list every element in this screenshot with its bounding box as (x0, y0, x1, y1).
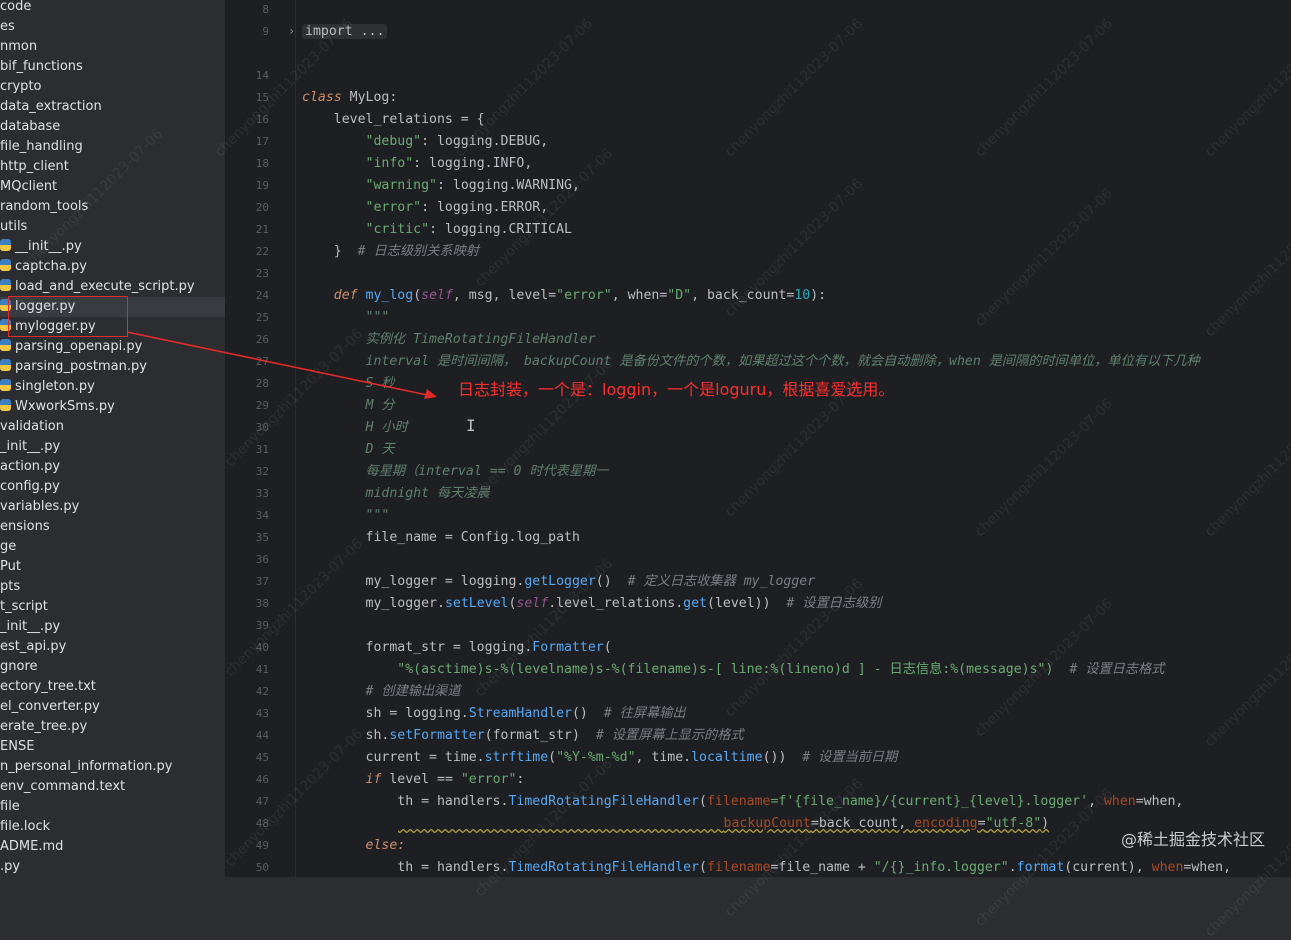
text-cursor-icon: I (466, 416, 476, 435)
annotation-text: 日志封装，一个是：loggin，一个是loguru，根据喜爱选用。 (458, 380, 895, 399)
source-watermark: @稀土掘金技术社区 (1120, 830, 1265, 849)
annotation-arrow-icon (126, 331, 437, 399)
